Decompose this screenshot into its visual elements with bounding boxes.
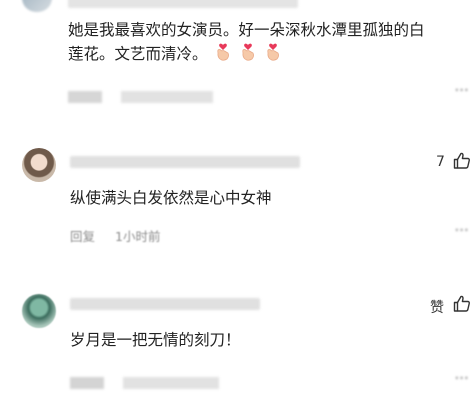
finger-heart-icon: [214, 42, 232, 69]
comment-meta: 回复 1小时前: [70, 226, 160, 245]
more-dots-icon[interactable]: ···: [454, 368, 469, 389]
comment-meta-blurred: [70, 372, 270, 389]
comment-item-3: 赞 岁月是一把无情的刻刀！ ···: [0, 282, 474, 406]
thumbs-up-icon[interactable]: [452, 294, 472, 318]
comment-text-line2-text: 莲花。文艺而清冷。: [68, 45, 208, 63]
comment-text: 岁月是一把无情的刻刀！: [70, 331, 241, 349]
more-dots-icon[interactable]: ···: [454, 220, 469, 241]
timestamp-blurred: [121, 90, 214, 103]
finger-heart-icon: [239, 42, 257, 69]
reply-link[interactable]: 回复: [70, 229, 95, 244]
comment-item-1: 她是我最喜欢的女演员。好一朵深秋水潭里孤独的白 莲花。文艺而清冷。 ···: [0, 0, 474, 120]
thumbs-up-icon[interactable]: [452, 151, 472, 175]
comment-text-line2: 莲花。文艺而清冷。: [68, 42, 282, 69]
comment-item-2: 7 纵使满头白发依然是心中女神 回复 1小时前 ···: [0, 140, 474, 255]
reply-link-blurred[interactable]: [70, 376, 104, 389]
comment-text-line1: 她是我最喜欢的女演员。好一朵深秋水潭里孤独的白: [68, 21, 425, 39]
avatar[interactable]: [22, 148, 56, 182]
timestamp: 1小时前: [115, 229, 161, 244]
comment-meta-blurred: [68, 86, 268, 103]
like-label[interactable]: 赞: [430, 297, 444, 317]
avatar[interactable]: [22, 0, 52, 12]
avatar[interactable]: [22, 294, 56, 328]
finger-heart-icon: [264, 42, 282, 69]
username-blurred[interactable]: [70, 298, 260, 310]
username-blurred[interactable]: [70, 156, 300, 168]
like-count: 7: [436, 154, 445, 170]
reply-link-blurred[interactable]: [68, 90, 102, 103]
more-dots-icon[interactable]: ···: [454, 80, 469, 101]
comment-text: 纵使满头白发依然是心中女神: [70, 189, 272, 207]
timestamp-blurred: [123, 376, 220, 389]
username-blurred[interactable]: [68, 0, 298, 8]
